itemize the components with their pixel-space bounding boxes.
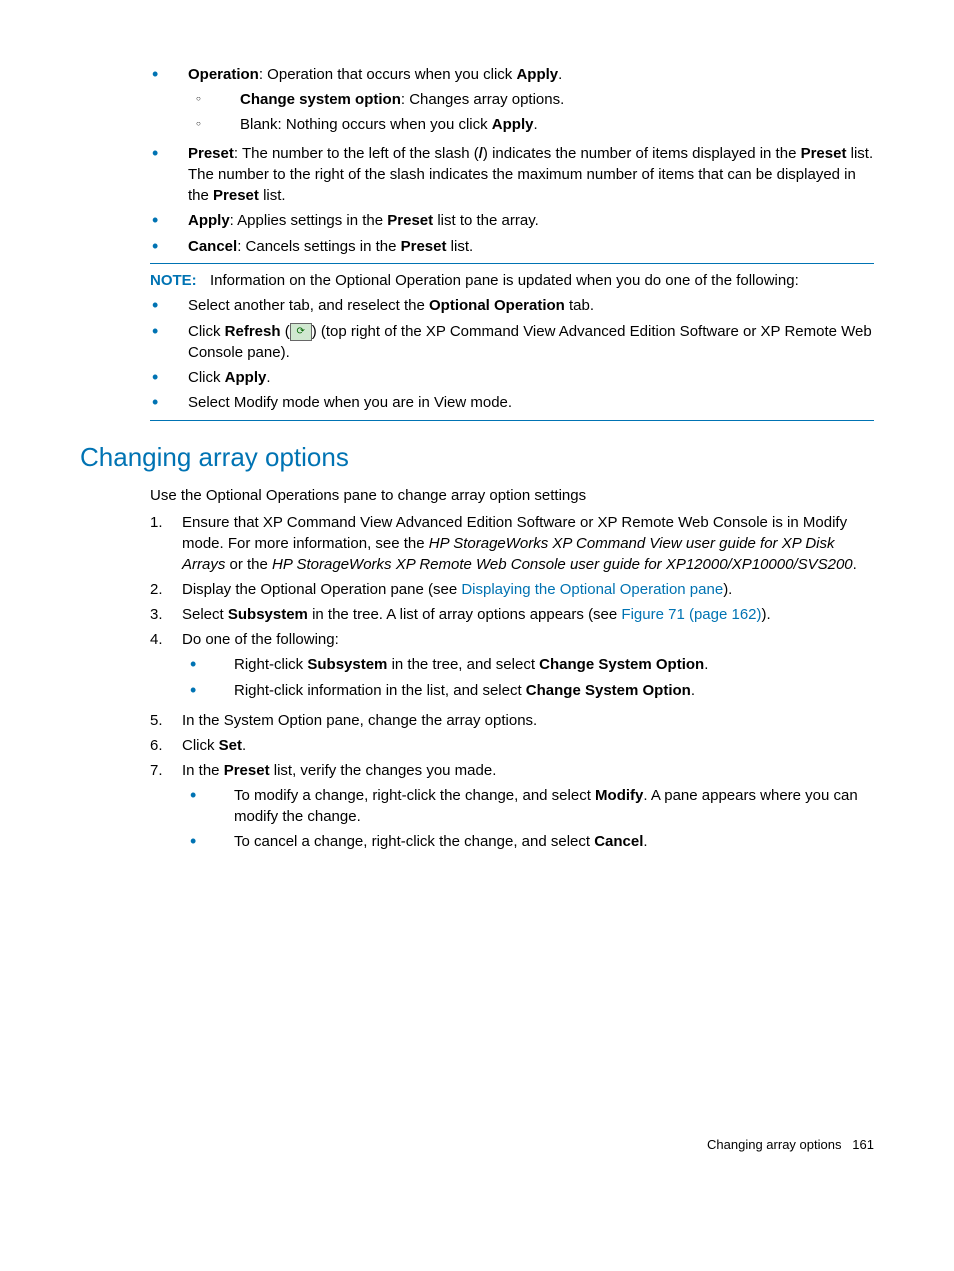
sub-list: ○ Change system option: Changes array op…: [188, 89, 874, 135]
page-number: 161: [852, 1137, 874, 1152]
step-number: 4.: [150, 629, 182, 705]
bullet-icon: •: [150, 321, 188, 363]
sub-step-list: • Right-click Subsystem in the tree, and…: [182, 654, 874, 701]
list-item: • To modify a change, right-click the ch…: [182, 785, 874, 827]
definition-list: • Operation: Operation that occurs when …: [150, 64, 874, 257]
list-item: • Apply: Applies settings in the Preset …: [150, 210, 874, 232]
step-number: 2.: [150, 579, 182, 600]
bullet-icon: •: [182, 785, 234, 827]
refresh-icon: ⟳: [290, 323, 312, 341]
bullet-icon: •: [182, 680, 234, 702]
section-heading: Changing array options: [80, 439, 874, 475]
step: 1. Ensure that XP Command View Advanced …: [150, 512, 874, 575]
bullet-icon: •: [150, 143, 188, 206]
bullet-icon: •: [150, 392, 188, 414]
bullet-icon: •: [150, 236, 188, 258]
circle-bullet-icon: ○: [188, 89, 240, 110]
step: 4. Do one of the following: • Right-clic…: [150, 629, 874, 705]
bullet-icon: •: [150, 210, 188, 232]
list-item: • Right-click Subsystem in the tree, and…: [182, 654, 874, 676]
list-item: • Click Apply.: [150, 367, 874, 389]
sub-step-list: • To modify a change, right-click the ch…: [182, 785, 874, 853]
step-number: 7.: [150, 760, 182, 857]
cross-reference-link[interactable]: Figure 71 (page 162): [621, 606, 761, 623]
bullet-icon: •: [182, 654, 234, 676]
term: Operation: [188, 66, 259, 83]
bullet-icon: •: [182, 831, 234, 853]
list-item: ○ Change system option: Changes array op…: [188, 89, 874, 110]
step: 3. Select Subsystem in the tree. A list …: [150, 604, 874, 625]
note-label: NOTE:: [150, 270, 210, 291]
page-footer: Changing array options 161: [80, 1136, 874, 1154]
list-item: • Operation: Operation that occurs when …: [150, 64, 874, 139]
list-item: • Cancel: Cancels settings in the Preset…: [150, 236, 874, 258]
circle-bullet-icon: ○: [188, 114, 240, 135]
step: 5. In the System Option pane, change the…: [150, 710, 874, 731]
list-item: • Select Modify mode when you are in Vie…: [150, 392, 874, 414]
intro-text: Use the Optional Operations pane to chan…: [150, 485, 874, 506]
cross-reference-link[interactable]: Displaying the Optional Operation pane: [461, 581, 723, 598]
divider: [150, 420, 874, 421]
note-block: NOTE: Information on the Optional Operat…: [150, 270, 874, 291]
step-number: 1.: [150, 512, 182, 575]
list-item: • Click Refresh (⟳) (top right of the XP…: [150, 321, 874, 363]
step-number: 3.: [150, 604, 182, 625]
step-number: 6.: [150, 735, 182, 756]
list-item: • Right-click information in the list, a…: [182, 680, 874, 702]
bullet-icon: •: [150, 367, 188, 389]
step-number: 5.: [150, 710, 182, 731]
list-item: • Select another tab, and reselect the O…: [150, 295, 874, 317]
bullet-icon: •: [150, 64, 188, 139]
divider: [150, 263, 874, 264]
bullet-icon: •: [150, 295, 188, 317]
step: 7. In the Preset list, verify the change…: [150, 760, 874, 857]
list-item-content: Operation: Operation that occurs when yo…: [188, 64, 874, 139]
list-item: • Preset: The number to the left of the …: [150, 143, 874, 206]
note-list: • Select another tab, and reselect the O…: [150, 295, 874, 414]
step: 2. Display the Optional Operation pane (…: [150, 579, 874, 600]
step: 6. Click Set.: [150, 735, 874, 756]
list-item: ○ Blank: Nothing occurs when you click A…: [188, 114, 874, 135]
procedure-list: 1. Ensure that XP Command View Advanced …: [150, 512, 874, 856]
list-item: • To cancel a change, right-click the ch…: [182, 831, 874, 853]
note-text: Information on the Optional Operation pa…: [210, 270, 799, 291]
footer-title: Changing array options: [707, 1137, 841, 1152]
